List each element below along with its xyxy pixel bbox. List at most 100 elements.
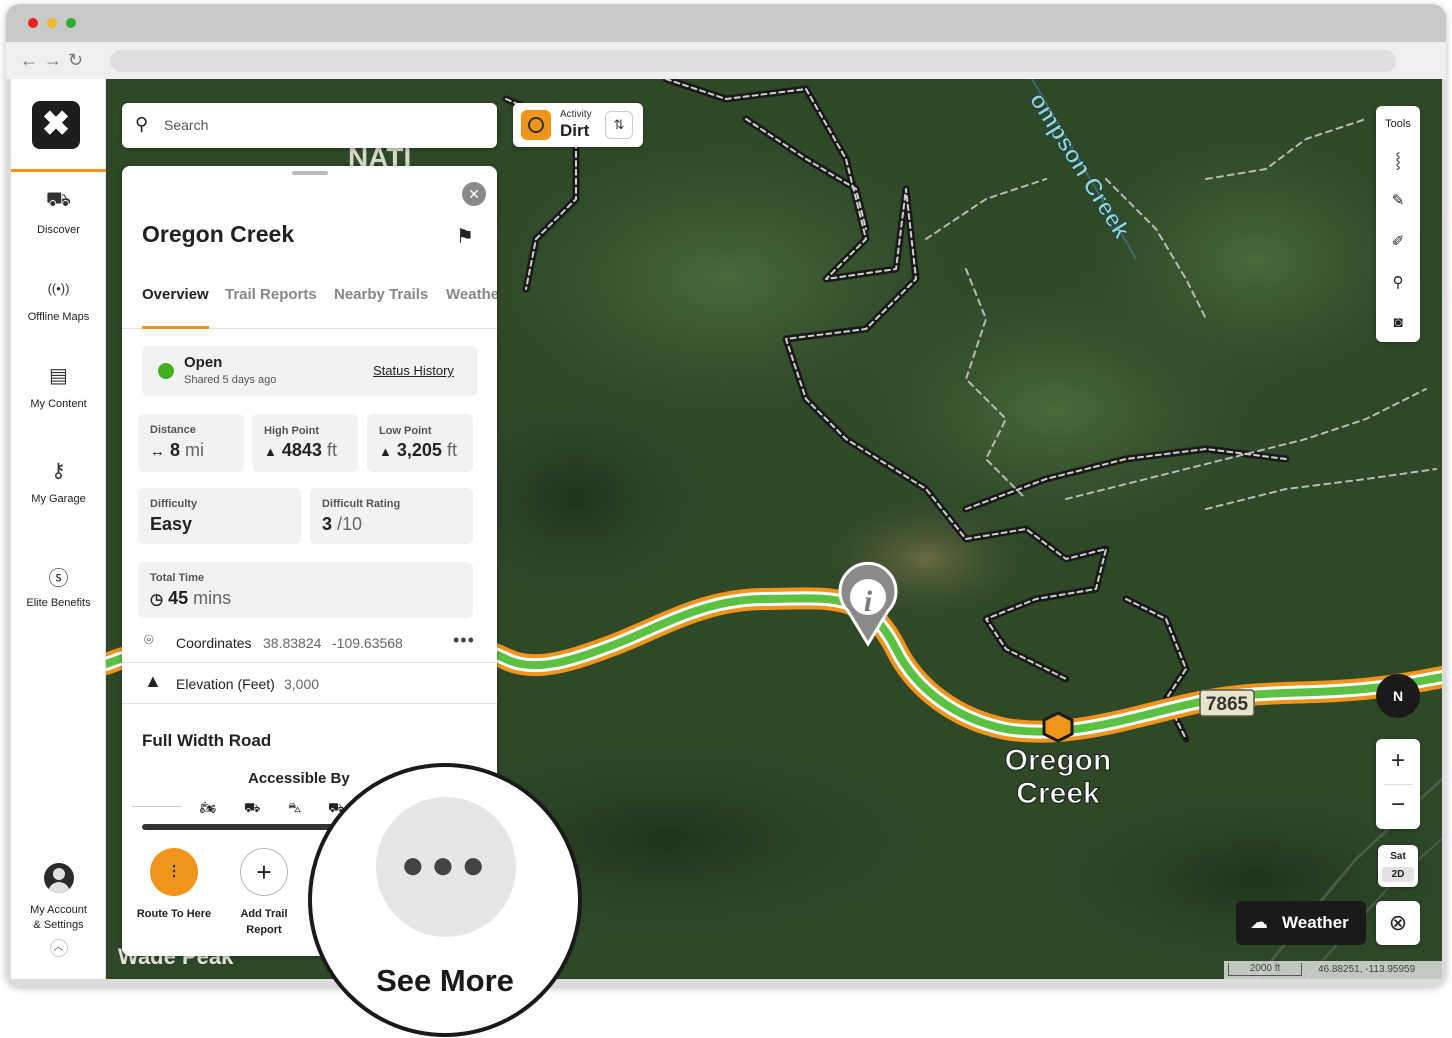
mountain-icon: ▲ <box>379 444 392 459</box>
atv-icon: ⛟ <box>244 800 261 815</box>
url-bar[interactable] <box>110 50 1396 72</box>
stat-value: 3,205 <box>396 440 442 460</box>
clock-icon: ◷ <box>150 591 164 608</box>
account-label-2: & Settings <box>33 919 84 931</box>
measure-icon[interactable]: ✐ <box>1376 232 1420 250</box>
minimize-window-dot[interactable] <box>47 18 57 28</box>
plus-icon: + <box>240 848 288 896</box>
search-input[interactable]: Search <box>164 117 208 133</box>
activity-value: Dirt <box>560 121 590 140</box>
stat-value: 3 <box>322 514 333 534</box>
tab-overview[interactable]: Overview <box>142 286 209 303</box>
mountain-icon: ▲ <box>144 671 162 691</box>
access-divider <box>132 806 182 807</box>
status-shared: Shared 5 days ago <box>184 374 277 386</box>
status-open-dot <box>158 363 174 379</box>
stat-label: High Point <box>264 425 319 437</box>
stat-unit: mins <box>193 588 232 608</box>
cloud-icon: ☁ <box>1250 912 1268 932</box>
browser-window: ← → ↻ ✖ ⛟ Discover ((•)) Offline Maps ▤ … <box>6 4 1446 986</box>
waypoint-pin-icon[interactable]: ⚲ <box>1376 273 1420 291</box>
coordinates-row: ⌾ Coordinates 38.83824 -109.63568 ••• <box>122 622 497 663</box>
stat-label: Difficult Rating <box>322 498 401 510</box>
chevron-up-icon[interactable]: ︿ <box>49 939 68 957</box>
logo-underline <box>11 169 106 172</box>
coordinates-lat: 38.83824 <box>263 635 322 651</box>
status-label: Open <box>184 354 223 371</box>
folder-icon: ▤ <box>49 365 68 387</box>
filter-sliders-icon[interactable]: ⇅ <box>605 111 633 139</box>
search-bar[interactable]: ⚲ Search <box>122 103 497 148</box>
mountain-icon: ▲ <box>264 444 277 459</box>
trailhead-hexagon-icon <box>1042 711 1074 743</box>
tab-trail-reports[interactable]: Trail Reports <box>225 286 317 303</box>
weather-label: Weather <box>1282 913 1349 932</box>
utv-icon: ⛍ <box>288 800 302 815</box>
sidebar-item-offline-maps[interactable]: ((•)) Offline Maps <box>11 276 106 325</box>
zoom-controls: + − <box>1376 739 1420 829</box>
draw-route-icon[interactable]: ⸾ <box>1376 150 1420 170</box>
app-container: ✖ ⛟ Discover ((•)) Offline Maps ▤ My Con… <box>11 79 1442 979</box>
map-layer-toggle[interactable]: Sat 2D <box>1378 845 1418 887</box>
status-card: Open Shared 5 days ago Status History <box>142 346 477 396</box>
keys-icon: ⚷ <box>51 460 66 482</box>
zoom-out-button[interactable]: − <box>1376 791 1420 819</box>
pen-icon[interactable]: ✎ <box>1376 191 1420 209</box>
stat-difficult-rating: Difficult Rating 3 /10 <box>310 488 473 544</box>
route-to-here-button[interactable]: ⁝ Route To Here <box>134 848 214 922</box>
map-view[interactable]: ompson Creek NATI Wade Peak 7865 Oregon … <box>106 79 1442 979</box>
forward-arrow-icon[interactable]: → <box>44 50 62 71</box>
sidebar-item-label: Offline Maps <box>27 311 90 323</box>
maximize-window-dot[interactable] <box>66 18 76 28</box>
avatar <box>43 863 74 893</box>
jeep-icon: ⛟ <box>45 189 72 211</box>
coordinates-label: Coordinates <box>176 635 252 651</box>
add-trail-report-label-2: Report <box>246 924 282 936</box>
status-history-link[interactable]: Status History <box>373 363 454 378</box>
more-options-icon[interactable]: ••• <box>453 630 475 651</box>
drag-handle[interactable] <box>292 171 328 175</box>
dirt-activity-icon <box>521 110 551 140</box>
close-panel-button[interactable]: ✕ <box>462 182 486 206</box>
tools-title: Tools <box>1385 118 1411 130</box>
more-dots-icon[interactable]: ●●● <box>376 797 516 937</box>
tab-bar: Overview Trail Reports Nearby Trails Wea… <box>122 266 497 329</box>
stat-label: Total Time <box>150 572 204 584</box>
close-window-dot[interactable] <box>28 18 38 28</box>
access-bar <box>142 824 342 830</box>
sidebar-item-elite-benefits[interactable]: ⓢ Elite Benefits <box>11 562 106 611</box>
sidebar-item-discover[interactable]: ⛟ Discover <box>11 189 106 238</box>
road-type-heading: Full Width Road <box>142 731 272 750</box>
weather-button[interactable]: ☁ Weather <box>1236 901 1366 945</box>
account-label-1: My Account <box>30 904 87 916</box>
sidebar: ✖ ⛟ Discover ((•)) Offline Maps ▤ My Con… <box>11 79 106 979</box>
sidebar-item-label: My Content <box>30 398 87 410</box>
bookmark-icon[interactable]: ⚑ <box>456 224 474 249</box>
sidebar-item-label: My Garage <box>31 493 86 505</box>
camera-icon[interactable]: ◙ <box>1376 314 1420 331</box>
stat-unit: ft <box>446 440 457 460</box>
cursor-coordinates: 46.88251, -113.95959 <box>1318 964 1416 975</box>
stat-difficulty: Difficulty Easy <box>138 488 301 544</box>
sidebar-item-account[interactable]: My Account & Settings ︿ <box>11 863 106 957</box>
close-app-button[interactable]: ✖ <box>32 101 80 149</box>
dirt-bike-icon: 🏍 <box>200 800 217 815</box>
arrows-horizontal-icon: ↔ <box>150 443 165 460</box>
elevation-label: Elevation (Feet) <box>176 676 275 692</box>
reload-icon[interactable]: ↻ <box>68 50 83 71</box>
tab-weather[interactable]: Weathe <box>446 286 497 303</box>
add-trail-report-button[interactable]: + Add Trail Report <box>224 848 304 938</box>
trail-title: Oregon Creek <box>142 221 295 247</box>
layer-mode: 2D <box>1382 867 1414 882</box>
activity-caption: Activity <box>560 109 592 120</box>
stat-unit: ft <box>326 440 337 460</box>
recenter-button[interactable]: ⊗ <box>1376 901 1420 945</box>
tab-nearby-trails[interactable]: Nearby Trails <box>334 286 428 303</box>
sidebar-item-my-content[interactable]: ▤ My Content <box>11 363 106 412</box>
activity-selector[interactable]: Activity Dirt ⇅ <box>513 103 643 147</box>
back-arrow-icon[interactable]: ← <box>20 50 38 71</box>
compass-button[interactable]: N <box>1376 674 1420 718</box>
stat-distance: Distance ↔ 8 mi <box>138 414 244 472</box>
sidebar-item-my-garage[interactable]: ⚷ My Garage <box>11 458 106 507</box>
zoom-in-button[interactable]: + <box>1376 747 1420 775</box>
